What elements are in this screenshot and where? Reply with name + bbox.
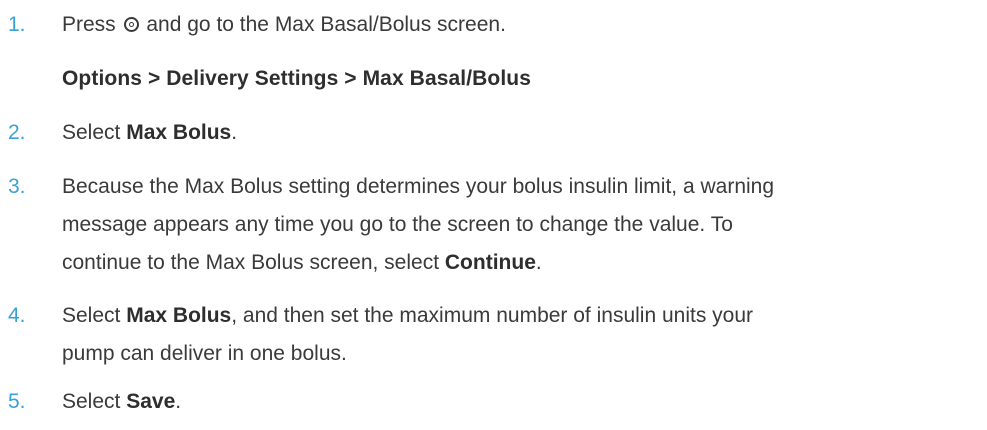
step-number: 1.: [8, 13, 26, 36]
step-text: Because the Max Bolus setting determines…: [62, 168, 977, 282]
step-text-pre: Select: [62, 121, 121, 144]
step-text-bold: Save: [126, 390, 176, 413]
home-button-icon: [123, 17, 139, 32]
step-text-post: and go to the Max Basal/Bolus screen.: [146, 13, 506, 36]
step-text-bold: Max Bolus: [126, 304, 232, 327]
step-number: 3.: [8, 175, 26, 198]
step-text: Select Max Bolus, and then set the maxim…: [62, 297, 977, 373]
step-text-line: Select Max Bolus, and then set the maxim…: [62, 297, 977, 335]
step-number: 2.: [8, 121, 26, 144]
step-text-bold: Continue: [444, 251, 536, 274]
step-text-pre: Press: [62, 13, 116, 36]
step-text-post: .: [231, 121, 238, 144]
step-text-line: Because the Max Bolus setting determines…: [62, 175, 775, 198]
step-text-line: message appears any time you go to the s…: [62, 213, 733, 236]
step-text-pre: continue to the Max Bolus screen, select: [62, 251, 440, 274]
step-text-bold: Max Bolus: [126, 121, 232, 144]
step-text-post: , and then set the maximum number of ins…: [231, 304, 754, 327]
step-text-line: continue to the Max Bolus screen, select…: [62, 244, 977, 282]
step-text: Press and go to the Max Basal/Bolus scre…: [62, 6, 977, 44]
step-number: 5.: [8, 390, 26, 413]
step-text-pre: Select: [62, 390, 121, 413]
menu-path: Options > Delivery Settings > Max Basal/…: [62, 67, 531, 90]
step-number: 4.: [8, 304, 26, 327]
step-text-post: .: [535, 251, 542, 274]
step-text-pre: Select: [62, 304, 121, 327]
step-text: Select Save.: [62, 383, 977, 421]
step-text-line: pump can deliver in one bolus.: [62, 342, 347, 365]
step-text-post: .: [175, 390, 182, 413]
step-text: Select Max Bolus.: [62, 114, 977, 152]
